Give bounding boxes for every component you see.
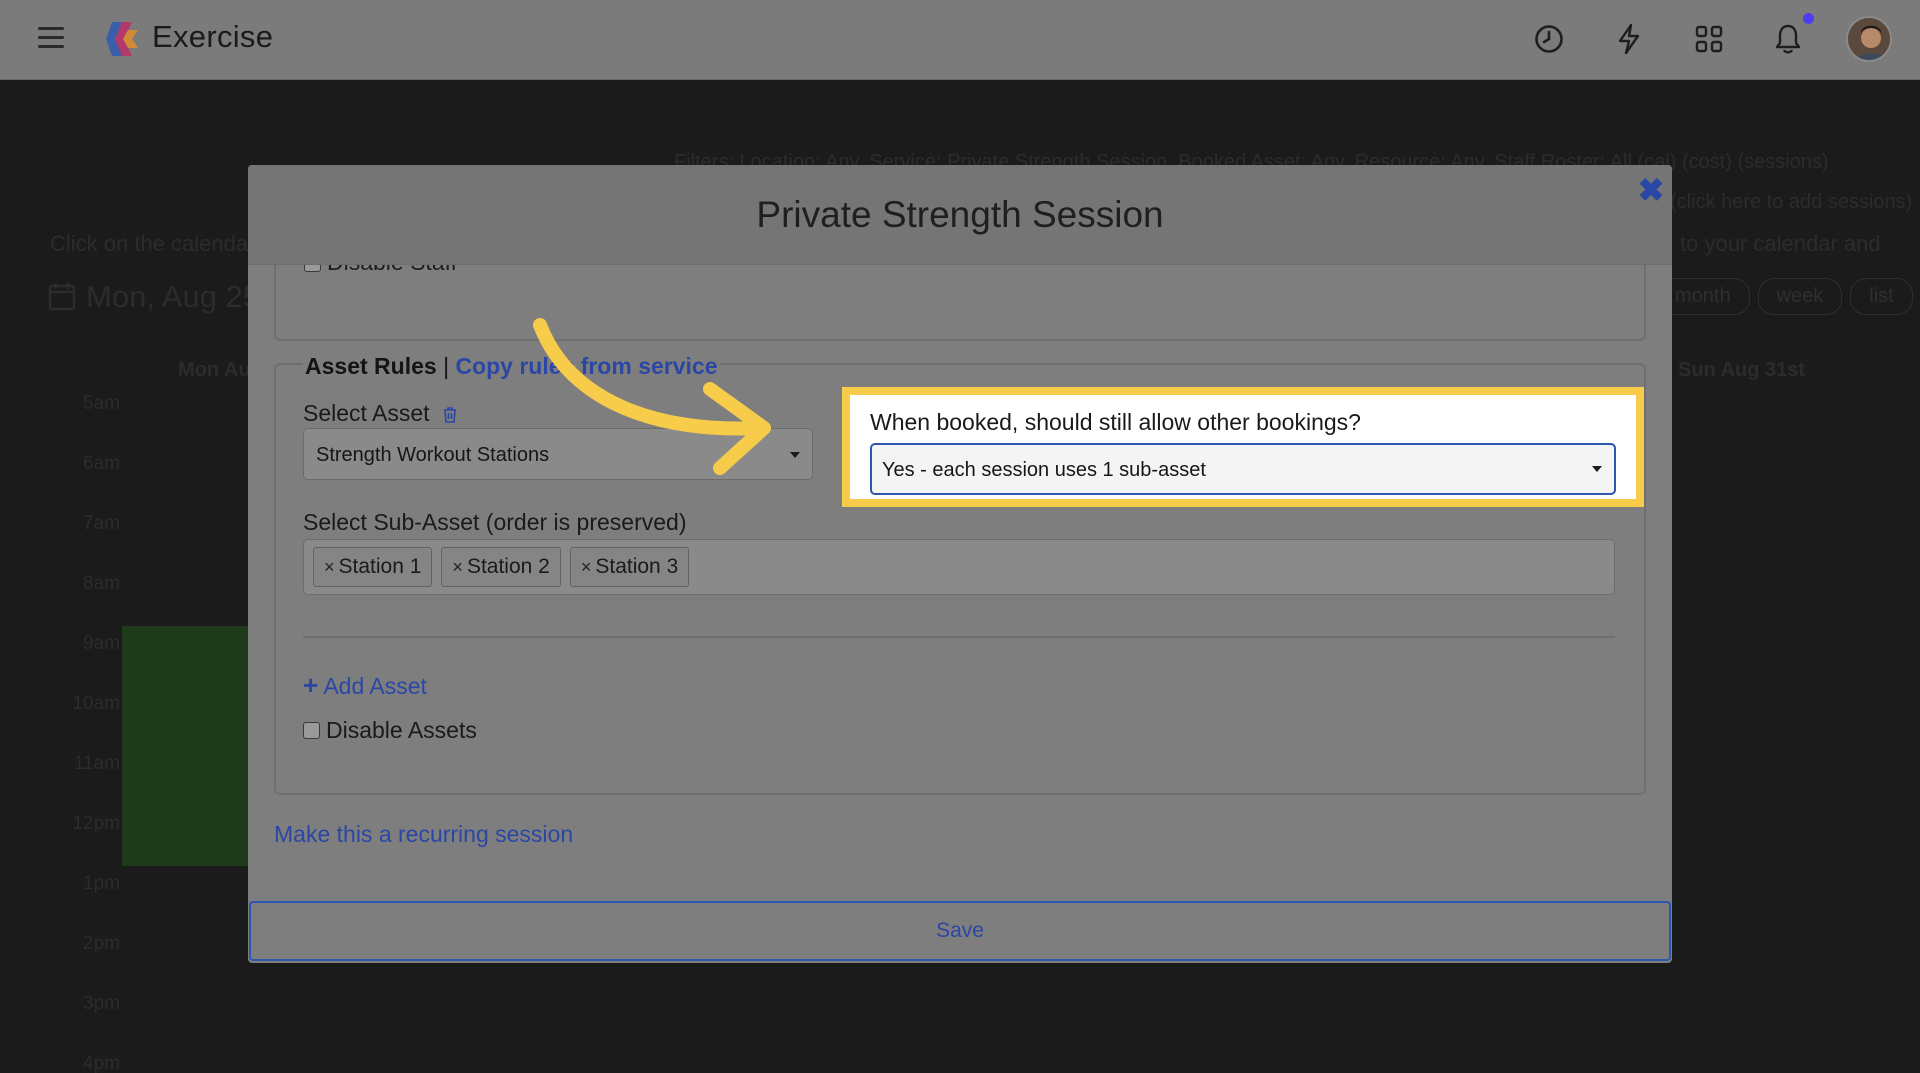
brand-logo: [106, 22, 138, 56]
add-asset-label: Add Asset: [323, 673, 427, 699]
modal-header: Private Strength Session ✖: [248, 165, 1672, 265]
notification-dot: [1803, 13, 1814, 24]
sub-asset-tag: × Station 1: [313, 547, 433, 587]
session-modal: Private Strength Session ✖ Disable Staff…: [248, 165, 1672, 963]
allow-bookings-label: When booked, should still allow other bo…: [870, 409, 1361, 435]
modal-title: Private Strength Session: [756, 194, 1164, 235]
sub-asset-tag-label: Station 1: [338, 555, 422, 578]
plus-icon: +: [303, 670, 319, 700]
divider: [303, 636, 1615, 638]
time-label: 11am: [73, 753, 120, 774]
time-label: 5am: [83, 393, 120, 414]
calendar-date: Mon, Aug 25: [48, 279, 260, 315]
allow-bookings-value: Yes - each session uses 1 sub-asset: [882, 459, 1206, 481]
time-label: 9am: [83, 633, 120, 654]
bell-icon[interactable]: [1769, 20, 1807, 58]
brand-name[interactable]: Exercise: [152, 19, 273, 55]
apps-grid-icon[interactable]: [1690, 20, 1728, 58]
remove-tag-icon[interactable]: ×: [324, 557, 335, 578]
time-label: 7am: [83, 513, 120, 534]
sub-asset-multiselect[interactable]: × Station 1 × Station 2 × Station 3: [303, 539, 1615, 595]
time-label: 2pm: [83, 933, 120, 954]
calendar-event-block[interactable]: [122, 626, 252, 866]
top-navbar: Exercise: [0, 0, 1920, 80]
remove-tag-icon[interactable]: ×: [452, 557, 463, 578]
sub-asset-tag: × Station 2: [441, 547, 561, 587]
annotation-arrow-icon: [533, 318, 771, 475]
calendar-hint: Click on the calendar: [50, 231, 256, 256]
recurring-session-link[interactable]: Make this a recurring session: [274, 821, 573, 848]
lightning-icon[interactable]: [1610, 20, 1648, 58]
trash-icon[interactable]: [442, 406, 458, 424]
menu-icon[interactable]: [38, 27, 64, 49]
time-label: 1pm: [83, 873, 120, 894]
disable-assets-label: Disable Assets: [326, 717, 477, 743]
add-sessions-hint: (click here to add sessions): [1670, 191, 1913, 213]
calendar-icon: [48, 283, 76, 311]
highlighted-allow-bookings-field: When booked, should still allow other bo…: [842, 387, 1644, 507]
select-asset-label: Select Asset: [303, 400, 458, 427]
sub-asset-tag-label: Station 3: [595, 555, 679, 578]
asset-rules-title: Asset Rules: [305, 353, 437, 379]
avatar[interactable]: [1846, 16, 1892, 62]
select-asset-value: Strength Workout Stations: [316, 444, 550, 466]
sub-asset-label: Select Sub-Asset (order is preserved): [303, 509, 687, 535]
clock-icon[interactable]: [1530, 20, 1568, 58]
save-button[interactable]: Save: [249, 901, 1671, 961]
disable-assets-checkbox[interactable]: [303, 722, 320, 739]
calendar-date-text: Mon, Aug 25: [86, 279, 261, 314]
select-asset-label-text: Select Asset: [303, 400, 430, 426]
view-buttons: month week list: [1656, 278, 1913, 315]
close-icon[interactable]: ✖: [1636, 174, 1666, 206]
chevron-down-icon: [1592, 466, 1602, 472]
sub-asset-tag-label: Station 2: [466, 555, 550, 578]
view-week-button[interactable]: week: [1757, 278, 1843, 315]
calendar-hint-right: to your calendar and: [1680, 231, 1881, 256]
time-label: 10am: [72, 693, 120, 714]
disable-assets-row: Disable Assets: [303, 717, 477, 744]
sub-asset-tag: × Station 3: [569, 547, 690, 587]
remove-tag-icon[interactable]: ×: [581, 557, 592, 578]
time-axis: 5am 6am 7am 8am 9am 10am 11am 12pm 1pm 2…: [60, 393, 120, 1073]
allow-bookings-dropdown[interactable]: Yes - each session uses 1 sub-asset: [870, 443, 1616, 495]
time-label: 3pm: [83, 993, 120, 1014]
time-label: 6am: [83, 453, 120, 474]
heading-separator: |: [443, 353, 450, 379]
time-label: 4pm: [83, 1053, 120, 1073]
column-header-sunday: Sun Aug 31st: [1678, 359, 1806, 381]
time-label: 8am: [83, 573, 120, 594]
add-asset-link[interactable]: + Add Asset: [303, 670, 427, 701]
time-label: 12pm: [72, 813, 120, 834]
view-list-button[interactable]: list: [1850, 278, 1913, 315]
